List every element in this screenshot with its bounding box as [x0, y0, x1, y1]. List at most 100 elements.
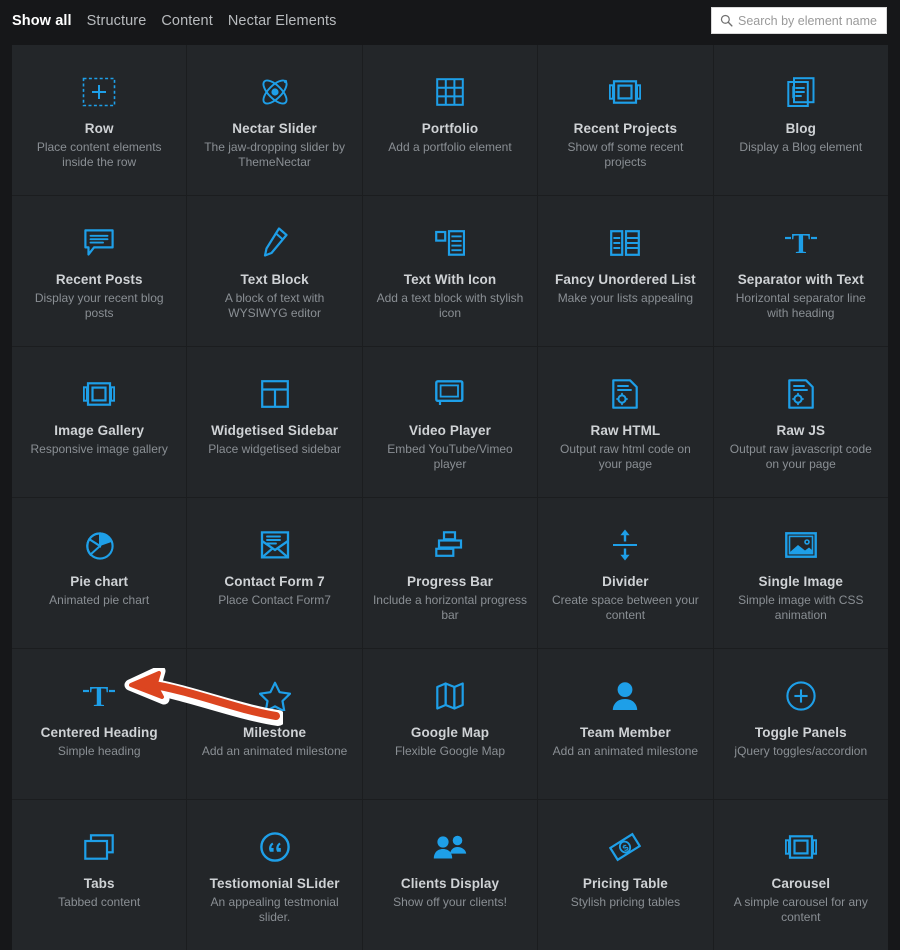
element-card-title: Raw JS: [776, 423, 826, 438]
search-icon: [716, 8, 736, 33]
element-card[interactable]: Text With Icon Add a text block with styl…: [362, 196, 538, 346]
element-card[interactable]: T Centered Heading Simple heading: [12, 649, 187, 799]
element-card-title: Recent Projects: [573, 121, 678, 136]
stacked-windows-icon: [84, 826, 114, 868]
element-card[interactable]: Toggle Panels jQuery toggles/accordion: [713, 649, 888, 799]
element-card[interactable]: Team Member Add an animated milestone: [538, 649, 713, 799]
tab-content[interactable]: Content: [161, 13, 213, 29]
element-card-description: Responsive image gallery: [30, 442, 168, 456]
element-card[interactable]: Divider Create space between your content: [538, 498, 713, 648]
element-card[interactable]: Text Block A block of text with WYSIWYG e…: [187, 196, 362, 346]
element-card-description: Add a portfolio element: [388, 140, 512, 154]
tab-nectar-elements[interactable]: Nectar Elements: [228, 13, 337, 29]
element-card-title: Row: [84, 121, 114, 136]
up-down-arrows-icon: [611, 524, 639, 566]
element-card[interactable]: Recent Projects Show off some recent proj…: [538, 45, 713, 195]
element-card[interactable]: Milestone Add an animated milestone: [187, 649, 362, 799]
element-card-description: Simple image with CSS animation: [738, 593, 864, 622]
search-input[interactable]: [736, 8, 900, 33]
atom-icon: [258, 71, 292, 113]
element-card-title: Recent Posts: [55, 272, 143, 287]
element-card-description: jQuery toggles/accordion: [734, 744, 868, 758]
element-card-title: Google Map: [410, 725, 490, 740]
element-card[interactable]: Clients Display Show off your clients!: [362, 800, 538, 950]
element-card[interactable]: Testiomonial SLider An appealing testmoni…: [187, 800, 362, 950]
pie-chart-icon: [84, 524, 114, 566]
element-card-description: Show off your clients!: [393, 895, 507, 909]
element-card-title: Carousel: [771, 876, 831, 891]
element-card-description: Create space between your content: [552, 593, 699, 622]
t-separator-icon: T: [784, 222, 818, 264]
svg-text:T: T: [90, 682, 109, 710]
element-card-description: Display your recent blog posts: [34, 291, 164, 320]
element-card-title: Contact Form 7: [224, 574, 325, 589]
element-card-title: Separator with Text: [737, 272, 864, 287]
element-card[interactable]: Progress Bar Include a horizontal progres…: [362, 498, 538, 648]
person-icon: [612, 675, 638, 717]
element-card[interactable]: Contact Form 7 Place Contact Form7: [187, 498, 362, 648]
element-card-title: Image Gallery: [54, 423, 145, 438]
star-icon: [258, 675, 291, 717]
element-card[interactable]: Row Place content elements inside the row: [12, 45, 187, 195]
slide-frame-icon: [83, 373, 116, 415]
element-card[interactable]: Widgetised Sidebar Place widgetised sideb…: [187, 347, 362, 497]
element-card-title: Progress Bar: [406, 574, 493, 589]
element-card[interactable]: Carousel A simple carousel for any conten…: [713, 800, 888, 950]
element-card-title: Single Image: [758, 574, 844, 589]
element-card[interactable]: Nectar Slider The jaw-dropping slider by …: [187, 45, 362, 195]
grid-table-icon: [436, 71, 464, 113]
element-card-title: Toggle Panels: [754, 725, 847, 740]
element-card-title: Team Member: [579, 725, 671, 740]
element-card-title: Raw HTML: [590, 423, 661, 438]
element-card[interactable]: Image Gallery Responsive image gallery: [12, 347, 187, 497]
element-card-description: Output raw javascript code on your page: [729, 442, 872, 471]
speech-bubble-icon: [84, 222, 114, 264]
element-card-title: Clients Display: [400, 876, 500, 891]
element-card-description: Add an animated milestone: [201, 744, 348, 758]
search-box[interactable]: [711, 7, 900, 34]
element-card-description: A simple carousel for any content: [733, 895, 868, 924]
element-card-description: Make your lists appealing: [557, 291, 694, 305]
element-card[interactable]: Fancy Unordered List Make your lists appe…: [538, 196, 713, 346]
element-card[interactable]: Tabs Tabbed content: [12, 800, 187, 950]
t-separator-icon: T: [82, 675, 116, 717]
element-card[interactable]: Recent Posts Display your recent blog pos…: [12, 196, 187, 346]
element-card[interactable]: Pie chart Animated pie chart: [12, 498, 187, 648]
svg-text:T: T: [791, 229, 810, 257]
element-card[interactable]: Video Player Embed YouTube/Vimeo player: [362, 347, 538, 497]
money-tag-icon: $: [609, 826, 642, 868]
element-card[interactable]: Single Image Simple image with CSS animat…: [713, 498, 888, 648]
element-card-description: Place widgetised sidebar: [208, 442, 341, 456]
code-document-icon: [787, 373, 814, 415]
element-card-description: A block of text with WYSIWYG editor: [224, 291, 325, 320]
element-card[interactable]: Blog Display a Blog element: [713, 45, 888, 195]
filter-tabs: Show all Structure Content Nectar Elemen…: [0, 13, 337, 29]
dashed-box-plus-icon: [82, 71, 116, 113]
element-card[interactable]: Raw HTML Output raw html code on your pag…: [538, 347, 713, 497]
video-monitor-icon: [435, 373, 465, 415]
element-card-description: An appealing testmonial slider.: [210, 895, 339, 924]
element-card-title: Text With Icon: [403, 272, 497, 287]
element-card-description: Include a horizontal progress bar: [372, 593, 528, 622]
element-card[interactable]: $ Pricing Table Stylish pricing tables: [538, 800, 713, 950]
element-card-title: Widgetised Sidebar: [211, 423, 339, 438]
icon-with-lines-icon: [435, 222, 465, 264]
tab-structure[interactable]: Structure: [87, 13, 147, 29]
element-card-title: Pie chart: [70, 574, 129, 589]
circle-plus-icon: [786, 675, 816, 717]
element-grid: Row Place content elements inside the row…: [12, 45, 888, 950]
tab-show-all[interactable]: Show all: [12, 13, 72, 29]
element-card-title: Portfolio: [421, 121, 479, 136]
element-card[interactable]: Raw JS Output raw javascript code on your…: [713, 347, 888, 497]
element-card-description: Animated pie chart: [49, 593, 150, 607]
element-card-title: Centered Heading: [40, 725, 158, 740]
element-card-title: Fancy Unordered List: [555, 272, 696, 287]
quote-circle-icon: [259, 826, 290, 868]
element-card[interactable]: Google Map Flexible Google Map: [362, 649, 538, 799]
element-card[interactable]: Portfolio Add a portfolio element: [362, 45, 538, 195]
element-card-description: Add an animated milestone: [552, 744, 699, 758]
element-card[interactable]: T Separator with Text Horizontal separato…: [713, 196, 888, 346]
layout-sidebar-icon: [260, 373, 289, 415]
element-card-title: Testiomonial SLider: [209, 876, 340, 891]
element-card-description: Flexible Google Map: [394, 744, 506, 758]
